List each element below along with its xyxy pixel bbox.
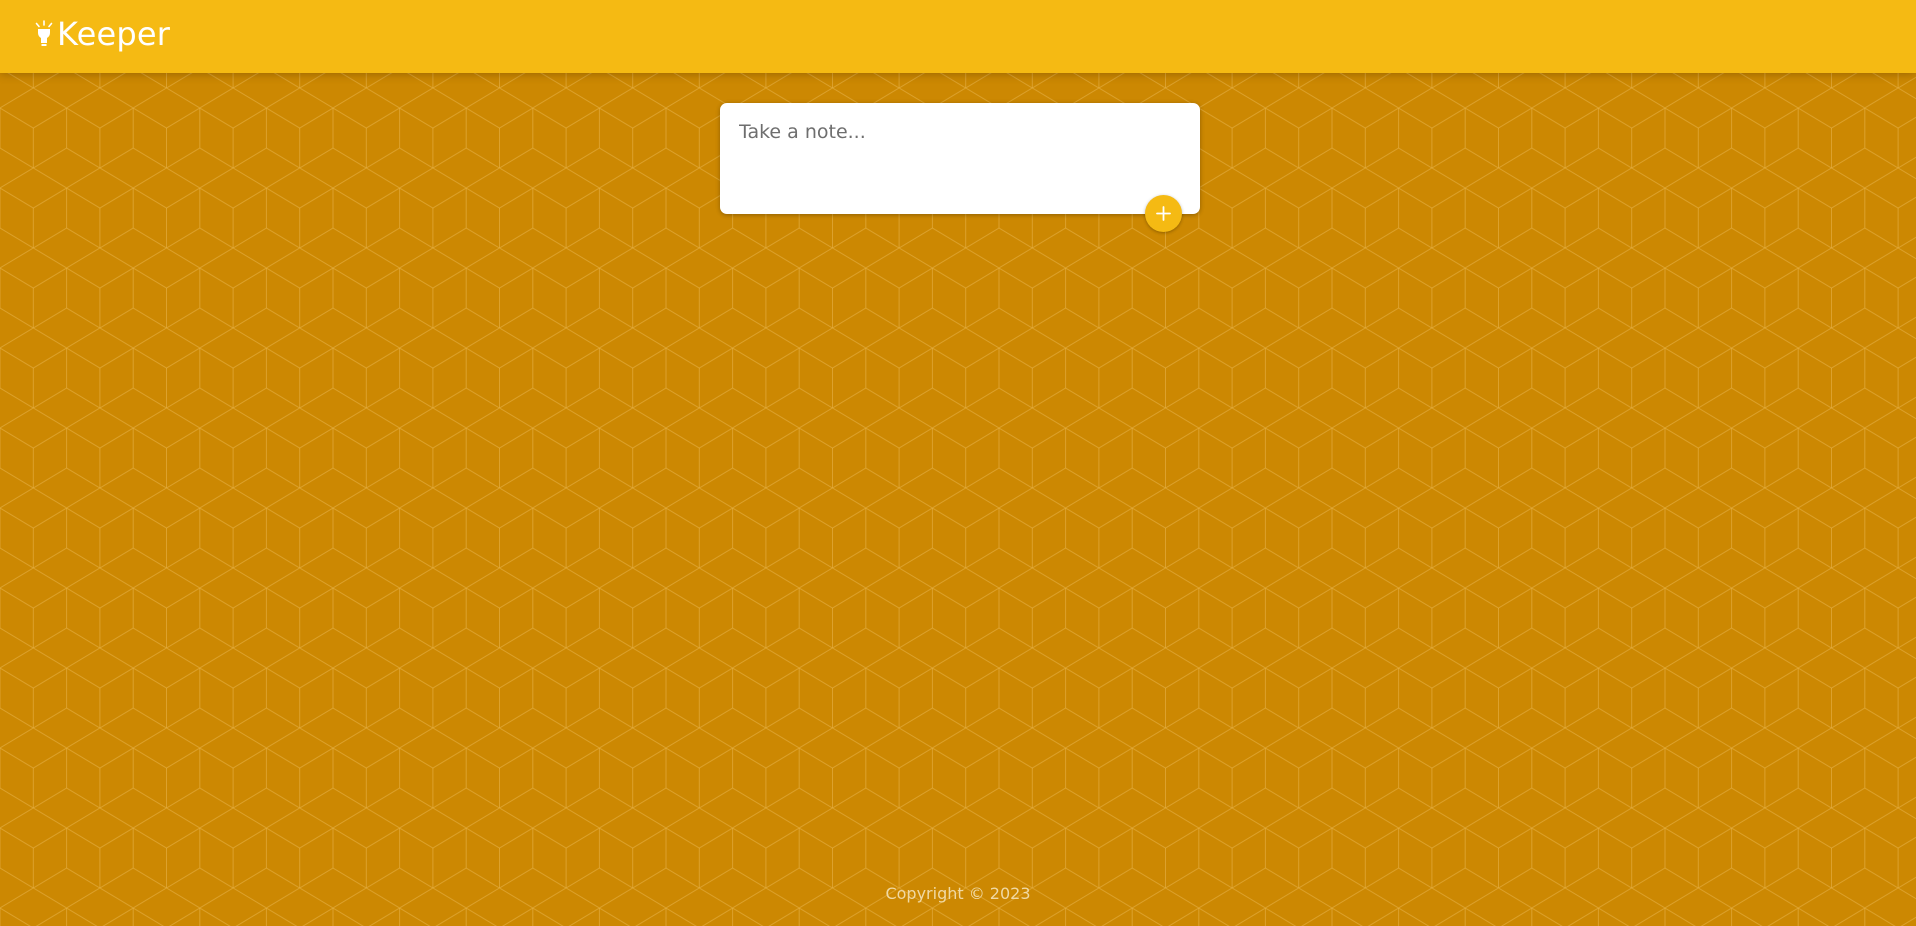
brand[interactable]: Keeper [34, 14, 170, 54]
app-title: Keeper [57, 15, 171, 53]
lightbulb-icon [35, 20, 53, 46]
plus-icon [1156, 206, 1171, 221]
page-footer: Copyright © 2023 [0, 884, 1916, 904]
note-content-input[interactable] [739, 121, 1179, 191]
create-note-form [720, 103, 1200, 214]
app-header: Keeper [0, 0, 1916, 73]
copyright-text: Copyright © 2023 [885, 884, 1031, 903]
add-note-button[interactable] [1145, 195, 1182, 232]
